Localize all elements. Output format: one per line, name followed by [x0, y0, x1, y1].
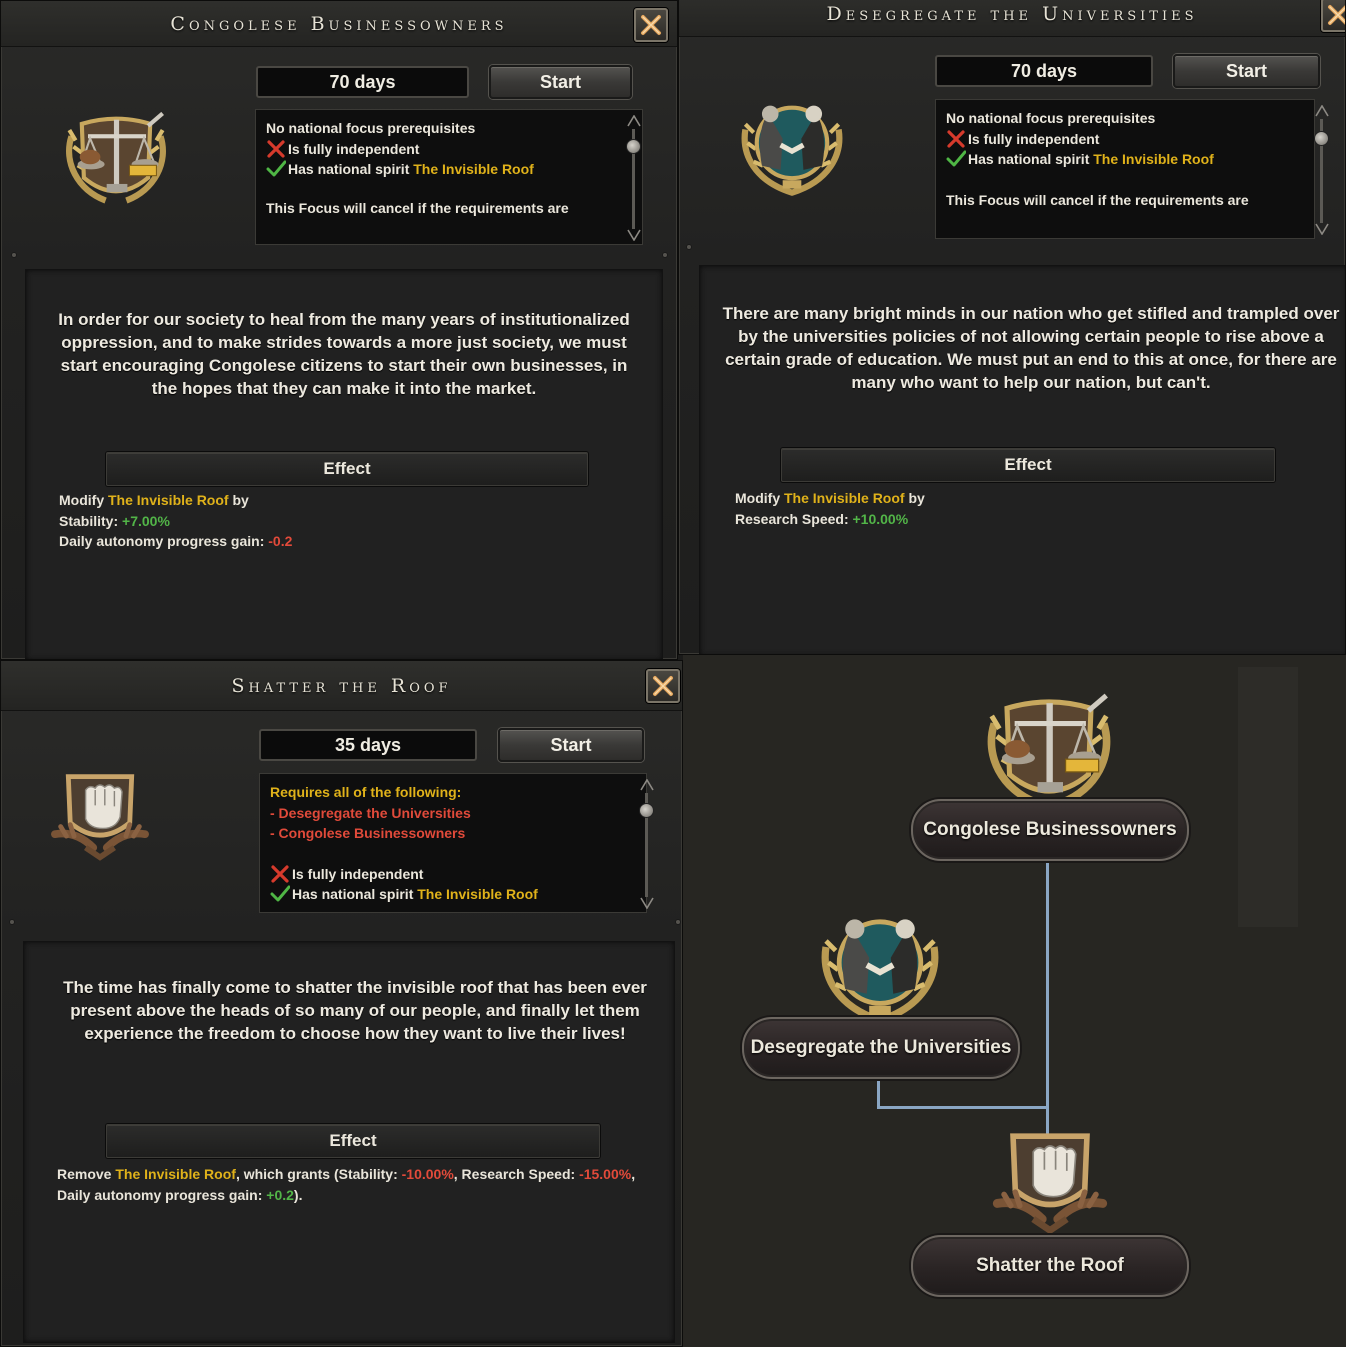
- tree-node-label: Desegregate the Universities: [742, 1017, 1020, 1079]
- raised-fist-icon: [45, 767, 155, 863]
- focus-description: The time has finally come to shatter the…: [63, 978, 647, 1043]
- rivet: [675, 919, 681, 925]
- spirit-link[interactable]: The Invisible Roof: [108, 492, 229, 508]
- scroll-down-icon[interactable]: [1315, 223, 1329, 235]
- check-mark-icon: [270, 885, 290, 903]
- tree-node-congolese-businessowners[interactable]: Congolese Businessowners: [911, 685, 1189, 865]
- rivet: [686, 244, 692, 250]
- cancel-note: This Focus will cancel if the requiremen…: [266, 199, 569, 216]
- focus-panel-desegregate-universities: Desegregate the Universities 70 days Sta…: [678, 0, 1346, 655]
- panel-titlebar: Congolese Businessowners: [1, 1, 677, 47]
- spirit-link[interactable]: The Invisible Roof: [1093, 149, 1214, 170]
- requirement-independent: Is fully independent: [946, 129, 1304, 150]
- close-button[interactable]: [1321, 0, 1346, 32]
- scroll-knob[interactable]: [1314, 131, 1329, 146]
- scroll-down-icon[interactable]: [640, 897, 654, 909]
- raised-fist-icon: [985, 1125, 1115, 1237]
- effect-details: Modify The Invisible Roof by Stability: …: [59, 492, 293, 549]
- handshake-icon: [805, 905, 955, 1025]
- requirement-header: No national focus prerequisites: [946, 110, 1156, 126]
- check-mark-icon: [266, 160, 286, 178]
- effect-details: Remove The Invisible Roof, which grants …: [57, 1166, 636, 1203]
- close-button[interactable]: [646, 669, 680, 703]
- close-icon: [1326, 3, 1346, 27]
- effect-header: Effect: [106, 452, 588, 486]
- requirements-box: No national focus prerequisites Is fully…: [255, 109, 643, 245]
- effect-header: Effect: [781, 448, 1275, 482]
- scroll-knob[interactable]: [639, 803, 654, 818]
- panel-title: Shatter the Roof: [231, 674, 452, 697]
- panel-titlebar: Desegregate the Universities: [679, 0, 1345, 37]
- requirement-header: No national focus prerequisites: [266, 120, 476, 136]
- spirit-link[interactable]: The Invisible Roof: [417, 884, 538, 905]
- tree-node-label: Shatter the Roof: [911, 1235, 1189, 1297]
- panel-title: Congolese Businessowners: [170, 12, 508, 35]
- requirement-independent: Is fully independent: [266, 139, 632, 160]
- focus-duration: 70 days: [935, 55, 1153, 87]
- focus-description: There are many bright minds in our natio…: [722, 304, 1340, 392]
- panel-title: Desegregate the Universities: [826, 2, 1198, 25]
- focus-panel-congolese-businessowners: Congolese Businessowners 70 days Start N…: [0, 0, 678, 660]
- focus-description: In order for our society to heal from th…: [58, 310, 630, 398]
- rivet: [11, 252, 17, 258]
- prerequisite-desegregate: - Desegregate the Universities: [270, 804, 471, 821]
- requirement-spirit: Has national spirit The Invisible Roof: [270, 884, 636, 905]
- focus-duration: 35 days: [259, 729, 477, 761]
- panel-titlebar: Shatter the Roof: [1, 661, 682, 711]
- effect-header: Effect: [106, 1124, 600, 1158]
- spirit-link[interactable]: The Invisible Roof: [413, 159, 534, 180]
- cross-mark-icon: [946, 130, 966, 148]
- close-icon: [639, 13, 663, 37]
- tree-node-desegregate-universities[interactable]: Desegregate the Universities: [742, 905, 1020, 1085]
- spirit-link[interactable]: The Invisible Roof: [784, 490, 905, 506]
- check-mark-icon: [946, 150, 966, 168]
- scales-icon: [979, 685, 1119, 813]
- scales-icon: [59, 105, 173, 209]
- effect-details: Modify The Invisible Roof by Research Sp…: [735, 490, 925, 527]
- requirement-spirit: Has national spirit The Invisible Roof: [266, 159, 632, 180]
- focus-tree-view[interactable]: Congolese Businessowners Desegregate the…: [683, 655, 1346, 1347]
- scroll-knob[interactable]: [626, 139, 641, 154]
- requirement-spirit: Has national spirit The Invisible Roof: [946, 149, 1304, 170]
- start-button[interactable]: Start: [489, 65, 632, 99]
- description-area: There are many bright minds in our natio…: [699, 265, 1345, 654]
- cross-mark-icon: [270, 865, 290, 883]
- handshake-icon: [735, 93, 849, 197]
- cross-mark-icon: [266, 140, 286, 158]
- tree-connector: [1046, 860, 1049, 1135]
- focus-duration: 70 days: [256, 66, 469, 98]
- requirement-header: Requires all of the following:: [270, 784, 462, 800]
- requirements-scrollbar[interactable]: [1314, 105, 1330, 237]
- tree-connector: [877, 1106, 1049, 1109]
- close-button[interactable]: [634, 8, 668, 42]
- rivet: [9, 919, 15, 925]
- requirements-box: Requires all of the following: - Desegre…: [259, 773, 647, 913]
- spirit-link[interactable]: The Invisible Roof: [115, 1166, 236, 1182]
- focus-panel-shatter-the-roof: Shatter the Roof 35 days Start Requires …: [0, 660, 683, 1347]
- cancel-note: This Focus will cancel if the requiremen…: [946, 191, 1249, 208]
- requirement-independent: Is fully independent: [270, 864, 636, 885]
- description-area: In order for our society to heal from th…: [25, 269, 663, 659]
- tree-node-shatter-the-roof[interactable]: Shatter the Roof: [911, 1125, 1189, 1305]
- scroll-up-icon[interactable]: [640, 779, 654, 791]
- requirements-scrollbar[interactable]: [639, 779, 655, 911]
- scroll-up-icon[interactable]: [627, 115, 641, 127]
- requirements-scrollbar[interactable]: [626, 115, 642, 243]
- prerequisite-businessowners: - Congolese Businessowners: [270, 825, 466, 841]
- scroll-up-icon[interactable]: [1315, 105, 1329, 117]
- start-button[interactable]: Start: [1173, 54, 1320, 88]
- close-icon: [651, 674, 675, 698]
- description-area: The time has finally come to shatter the…: [23, 941, 675, 1343]
- requirements-box: No national focus prerequisites Is fully…: [935, 99, 1315, 239]
- rivet: [662, 252, 668, 258]
- start-button[interactable]: Start: [498, 728, 644, 762]
- tree-node-label: Congolese Businessowners: [911, 799, 1189, 861]
- scroll-down-icon[interactable]: [627, 229, 641, 241]
